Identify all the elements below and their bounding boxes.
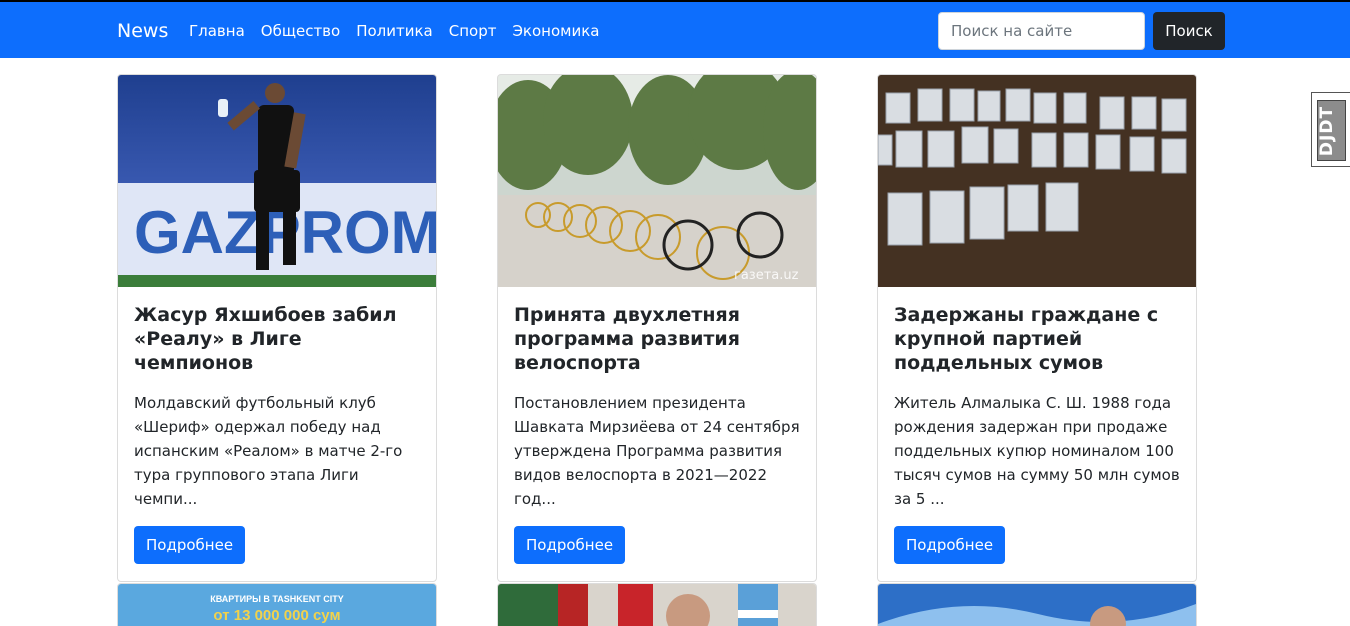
nav-link-sport[interactable]: Спорт bbox=[449, 22, 497, 40]
news-image-football[interactable]: GAZPROM bbox=[118, 75, 436, 287]
read-more-button[interactable]: Подробнее bbox=[894, 526, 1006, 564]
news-title[interactable]: Задержаны граждане с крупной партией под… bbox=[894, 303, 1180, 375]
news-card bbox=[877, 583, 1197, 626]
news-card: КВАРТИРЫ В TASHKENT CITY от 13 000 000 с… bbox=[117, 583, 437, 626]
news-card: газета.uz Принята двухлетняя программа р… bbox=[497, 74, 817, 582]
news-excerpt: Постановлением президента Шавката Мирзиё… bbox=[514, 394, 800, 508]
navbar: News Главна Общество Политика Спорт Экон… bbox=[0, 0, 1350, 58]
news-excerpt: Молдавский футбольный клуб «Шериф» одерж… bbox=[134, 394, 403, 508]
svg-text:КВАРТИРЫ В TASHKENT CITY: КВАРТИРЫ В TASHKENT CITY bbox=[210, 594, 344, 604]
nav-link-society[interactable]: Общество bbox=[261, 22, 340, 40]
news-image-bicycles[interactable]: газета.uz bbox=[498, 75, 816, 287]
news-title[interactable]: Жасур Яхшибоев забил «Реалу» в Лиге чемп… bbox=[134, 303, 420, 375]
nav-link-economy[interactable]: Экономика bbox=[512, 22, 599, 40]
news-excerpt: Житель Алмалыка С. Ш. 1988 года рождения… bbox=[894, 394, 1180, 508]
news-card: GAZPROM Жасур Яхшибоев забил «Реалу» в Л… bbox=[117, 74, 437, 582]
nav-links: Главна Общество Политика Спорт Экономика bbox=[189, 22, 599, 40]
search-button[interactable]: Поиск bbox=[1153, 12, 1225, 50]
svg-text:от 13 000 000 сум: от 13 000 000 сум bbox=[213, 607, 340, 624]
news-image-officials[interactable] bbox=[498, 584, 816, 626]
read-more-button[interactable]: Подробнее bbox=[514, 526, 626, 564]
news-image-flag[interactable] bbox=[878, 584, 1196, 626]
debug-toolbar-logo: DJDT bbox=[1317, 100, 1346, 161]
brand-logo[interactable]: News bbox=[117, 20, 168, 42]
nav-link-home[interactable]: Главна bbox=[189, 22, 245, 40]
news-image-banknotes[interactable] bbox=[878, 75, 1196, 287]
nav-link-politics[interactable]: Политика bbox=[356, 22, 433, 40]
news-card bbox=[497, 583, 817, 626]
debug-toolbar-handle[interactable]: DJDT bbox=[1311, 92, 1350, 167]
svg-text:газета.uz: газета.uz bbox=[734, 268, 799, 283]
search-input[interactable] bbox=[938, 12, 1145, 50]
news-title[interactable]: Принята двухлетняя программа развития ве… bbox=[514, 303, 800, 375]
read-more-button[interactable]: Подробнее bbox=[134, 526, 246, 564]
news-card: Задержаны граждане с крупной партией под… bbox=[877, 74, 1197, 582]
news-image-ad[interactable]: КВАРТИРЫ В TASHKENT CITY от 13 000 000 с… bbox=[118, 584, 436, 626]
